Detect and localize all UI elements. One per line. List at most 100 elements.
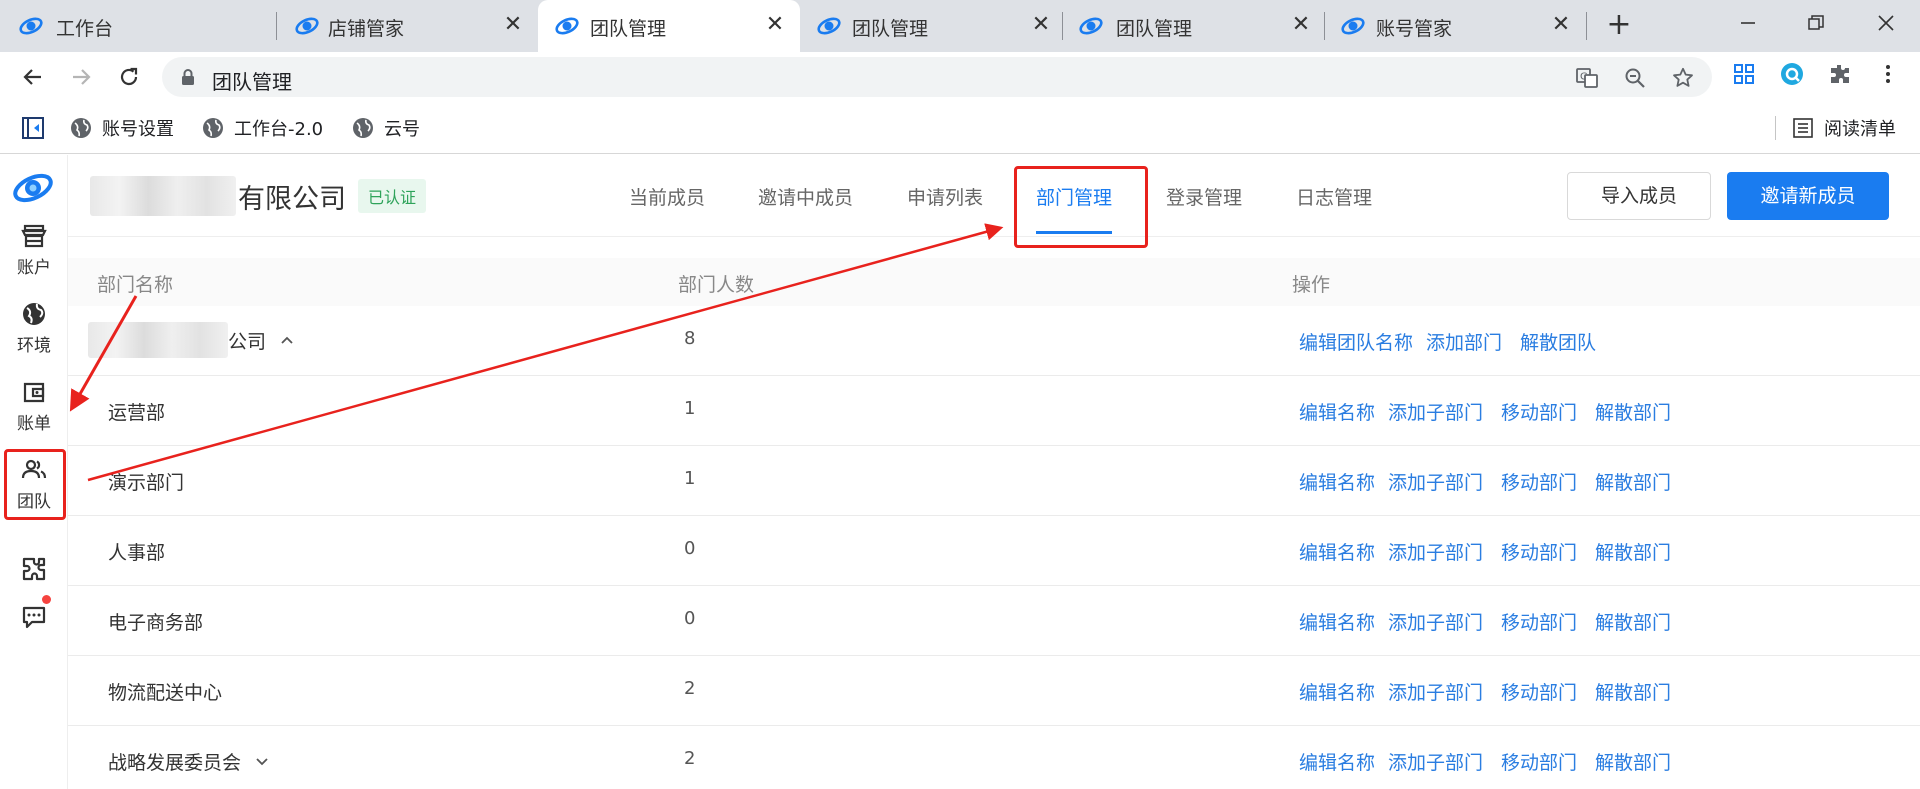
- sidebar-item-plugins[interactable]: [0, 555, 68, 583]
- app-logo-icon: [13, 173, 53, 203]
- chevron-up-icon[interactable]: [280, 335, 294, 345]
- department-count: 2: [684, 748, 696, 769]
- move-department-link[interactable]: 移动部门: [1501, 398, 1577, 425]
- globe-icon: [353, 118, 373, 138]
- root-team-name[interactable]: 公司: [88, 322, 294, 358]
- department-name[interactable]: 物流配送中心: [108, 678, 222, 705]
- dissolve-team-link[interactable]: 解散团队: [1520, 328, 1596, 355]
- department-name[interactable]: 电子商务部: [108, 608, 203, 635]
- move-department-link[interactable]: 移动部门: [1501, 678, 1577, 705]
- dissolve-department-link[interactable]: 解散部门: [1595, 608, 1671, 635]
- table-row: 物流配送中心 2 编辑名称 添加子部门 移动部门 解散部门: [68, 656, 1920, 726]
- dissolve-department-link[interactable]: 解散部门: [1595, 748, 1671, 775]
- bookmark-star-button[interactable]: [1670, 65, 1696, 91]
- sidebar-item-billing[interactable]: 账单: [0, 379, 68, 434]
- browser-tab-team-management-2[interactable]: 团队管理 ✕: [802, 0, 1062, 52]
- address-bar[interactable]: 团队管理 G: [162, 57, 1712, 97]
- move-department-link[interactable]: 移动部门: [1501, 608, 1577, 635]
- notification-dot: [42, 595, 51, 604]
- move-department-link[interactable]: 移动部门: [1501, 538, 1577, 565]
- zoom-button[interactable]: [1622, 65, 1648, 91]
- extensions-button[interactable]: [1826, 60, 1854, 88]
- back-button[interactable]: [16, 60, 50, 94]
- dissolve-department-link[interactable]: 解散部门: [1595, 468, 1671, 495]
- browser-tab-workbench[interactable]: 工作台: [0, 0, 276, 52]
- tab-login-management[interactable]: 登录管理: [1166, 183, 1242, 210]
- close-icon[interactable]: ✕: [762, 12, 788, 38]
- add-sub-department-link[interactable]: 添加子部门: [1388, 398, 1483, 425]
- app-logo-icon: [19, 17, 43, 35]
- browser-menu-button[interactable]: [1874, 60, 1902, 88]
- dissolve-department-link[interactable]: 解散部门: [1595, 398, 1671, 425]
- add-sub-department-link[interactable]: 添加子部门: [1388, 678, 1483, 705]
- window-close-button[interactable]: [1868, 8, 1904, 44]
- forward-button[interactable]: [64, 60, 98, 94]
- browser-tab-team-management-active[interactable]: 团队管理 ✕: [538, 0, 800, 52]
- tab-title: 团队管理: [852, 18, 929, 40]
- dissolve-department-link[interactable]: 解散部门: [1595, 678, 1671, 705]
- bookmark-account-settings[interactable]: 账号设置: [70, 114, 174, 142]
- add-sub-department-link[interactable]: 添加子部门: [1388, 538, 1483, 565]
- close-icon[interactable]: ✕: [1548, 12, 1574, 38]
- new-tab-button[interactable]: +: [1604, 10, 1634, 40]
- department-name[interactable]: 人事部: [108, 538, 165, 565]
- bookmark-cloud-number[interactable]: 云号: [352, 114, 420, 142]
- edit-name-link[interactable]: 编辑名称: [1299, 678, 1375, 705]
- edit-name-link[interactable]: 编辑名称: [1299, 398, 1375, 425]
- move-department-link[interactable]: 移动部门: [1501, 468, 1577, 495]
- sidebar-toggle-bookmark[interactable]: [20, 114, 56, 142]
- sidebar-item-label: 环境: [17, 336, 51, 356]
- column-header-actions: 操作: [1292, 274, 1331, 296]
- add-department-link[interactable]: 添加部门: [1426, 328, 1502, 355]
- bookmark-label: 账号设置: [102, 119, 174, 140]
- browser-tab-strip: 工作台 店铺管家 ✕ 团队管理 ✕ 团队管理 ✕ 团队管理 ✕ 账号管家 ✕ +: [0, 0, 1920, 52]
- tab-inviting-members[interactable]: 邀请中成员: [758, 183, 853, 210]
- tab-application-list[interactable]: 申请列表: [907, 183, 983, 210]
- edit-name-link[interactable]: 编辑名称: [1299, 538, 1375, 565]
- sidebar-item-account[interactable]: 账户: [0, 223, 68, 278]
- chevron-down-icon[interactable]: [255, 757, 269, 767]
- apps-extension-button[interactable]: [1730, 60, 1758, 88]
- header-divider: [68, 236, 1920, 237]
- sidebar-item-environment[interactable]: 环境: [0, 301, 68, 356]
- add-sub-department-link[interactable]: 添加子部门: [1388, 468, 1483, 495]
- department-count: 0: [684, 538, 696, 559]
- zoom-out-icon: [1625, 68, 1645, 88]
- department-name[interactable]: 演示部门: [108, 468, 184, 495]
- company-name-suffix: 有限公司: [238, 183, 346, 215]
- more-vertical-icon: [1886, 65, 1890, 83]
- highlight-box-team-nav: [4, 449, 66, 520]
- arrow-left-icon: [23, 69, 41, 85]
- close-icon[interactable]: ✕: [1288, 12, 1314, 38]
- department-count: 1: [684, 468, 696, 489]
- tab-title: 店铺管家: [328, 18, 405, 40]
- reading-list-button[interactable]: 阅读清单: [1792, 114, 1896, 142]
- invite-new-member-button[interactable]: 邀请新成员: [1727, 172, 1889, 220]
- bookmark-workbench-2[interactable]: 工作台-2.0: [202, 114, 323, 142]
- edit-name-link[interactable]: 编辑名称: [1299, 748, 1375, 775]
- tab-current-members[interactable]: 当前成员: [629, 183, 705, 210]
- restore-button[interactable]: [1798, 8, 1834, 44]
- import-members-button[interactable]: 导入成员: [1567, 172, 1711, 220]
- add-sub-department-link[interactable]: 添加子部门: [1388, 748, 1483, 775]
- browser-tab-team-management-3[interactable]: 团队管理 ✕: [1064, 0, 1324, 52]
- reload-button[interactable]: [112, 60, 146, 94]
- sidebar-item-messages[interactable]: [0, 603, 68, 631]
- minimize-button[interactable]: [1730, 8, 1766, 44]
- translate-button[interactable]: G: [1574, 65, 1600, 91]
- close-icon[interactable]: ✕: [1028, 12, 1054, 38]
- close-icon[interactable]: ✕: [500, 12, 526, 38]
- search-extension-button[interactable]: [1778, 60, 1806, 88]
- browser-tab-store-manager[interactable]: 店铺管家 ✕: [278, 0, 536, 52]
- browser-tab-account-manager[interactable]: 账号管家 ✕: [1326, 0, 1586, 52]
- department-name[interactable]: 运营部: [108, 398, 165, 425]
- add-sub-department-link[interactable]: 添加子部门: [1388, 608, 1483, 635]
- edit-name-link[interactable]: 编辑名称: [1299, 468, 1375, 495]
- table-row: 演示部门 1 编辑名称 添加子部门 移动部门 解散部门: [68, 446, 1920, 516]
- dissolve-department-link[interactable]: 解散部门: [1595, 538, 1671, 565]
- edit-team-name-link[interactable]: 编辑团队名称: [1299, 328, 1413, 355]
- move-department-link[interactable]: 移动部门: [1501, 748, 1577, 775]
- tab-log-management[interactable]: 日志管理: [1296, 183, 1372, 210]
- department-name[interactable]: 战略发展委员会: [108, 748, 269, 775]
- edit-name-link[interactable]: 编辑名称: [1299, 608, 1375, 635]
